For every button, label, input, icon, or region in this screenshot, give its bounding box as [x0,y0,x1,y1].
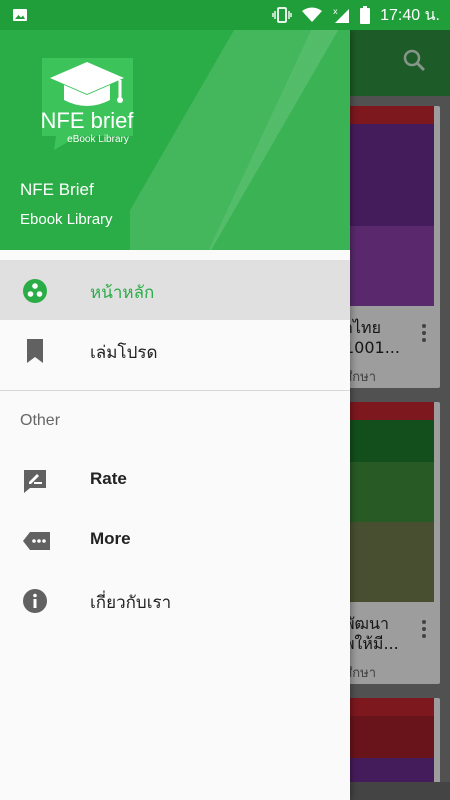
app-logo: NFE brief eBook Library [41,58,135,150]
app-name: NFE Brief [20,180,94,199]
svg-text:eBook Library: eBook Library [67,134,129,145]
navigation-drawer: NFE brief eBook Library NFE Brief Ebook … [0,30,350,800]
svg-text:x: x [333,7,338,16]
image-icon [13,9,27,21]
more-tag-icon [23,532,50,550]
drawer-item-label: เล่มโปรด [90,343,158,363]
bookmark-icon [27,339,43,363]
app-subtitle: Ebook Library [20,211,113,228]
rate-edit-icon [24,470,46,493]
drawer-item-label: เกี่ยวกับเรา [90,593,172,613]
info-icon [23,589,47,613]
drawer-item-home[interactable]: หน้าหลัก [0,260,350,320]
drawer-item-label: Rate [90,469,127,488]
wifi-icon [302,7,323,22]
vibrate-icon [272,7,292,23]
section-title: Other [20,412,61,429]
drawer-item-label: หน้าหลัก [90,283,155,303]
battery-icon [360,6,371,24]
svg-text:NFE brief: NFE brief [41,108,135,133]
drawer-item-about[interactable]: เกี่ยวกับเรา [0,570,350,630]
divider [0,390,350,391]
drawer-item-more[interactable]: More [0,510,350,570]
drawer-item-favorites[interactable]: เล่มโปรด [0,320,350,380]
drawer-item-label: More [90,529,131,548]
status-bar: x 17:40 น. [0,0,450,30]
nav-bar-edge [350,782,450,800]
drawer-item-rate[interactable]: Rate [0,450,350,510]
drawer-scrim[interactable] [350,30,450,800]
home-circles-icon [23,279,47,303]
status-time: 17:40 น. [380,6,440,24]
drawer-header: NFE brief eBook Library NFE Brief Ebook … [0,30,350,250]
signal-icon: x [333,7,350,23]
